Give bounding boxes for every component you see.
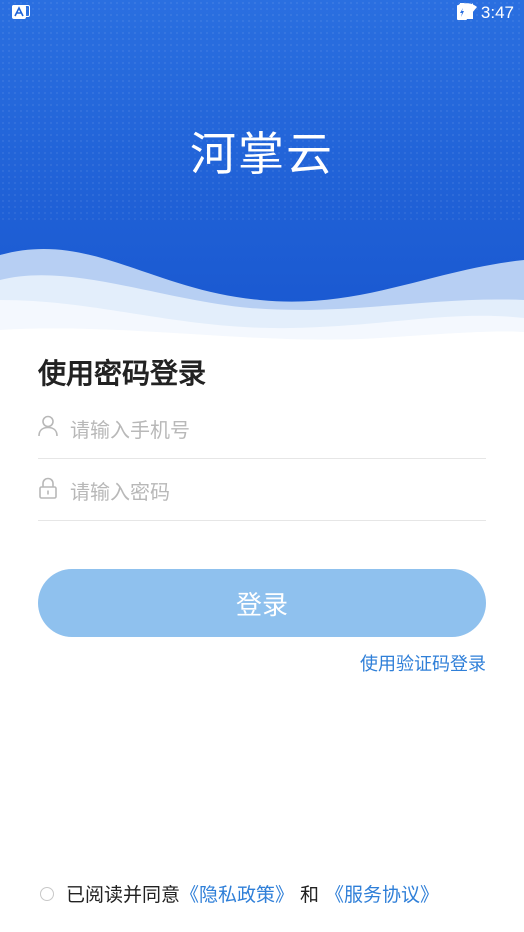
lock-icon <box>38 477 58 503</box>
header-banner: 3:47 河掌云 <box>0 0 524 350</box>
phone-input[interactable]: 请输入手机号 <box>70 414 190 443</box>
app-title: 河掌云 <box>190 127 334 181</box>
password-input[interactable]: 请输入密码 <box>70 476 170 505</box>
agreement-conjunction: 和 <box>300 884 320 906</box>
password-field[interactable]: 请输入密码 <box>38 460 486 521</box>
sms-login-link[interactable]: 使用验证码登录 <box>360 650 486 676</box>
agree-radio[interactable] <box>40 886 54 901</box>
agreement-prefix: 已阅读并同意 <box>66 884 181 906</box>
privacy-policy-link[interactable]: 《隐私政策》 <box>180 880 294 907</box>
login-button[interactable]: 登录 <box>38 569 486 637</box>
login-method-title: 使用密码登录 <box>38 357 207 390</box>
status-time: 3:47 <box>480 3 514 22</box>
user-icon <box>38 415 58 441</box>
phone-field[interactable]: 请输入手机号 <box>38 398 486 459</box>
agreement-row: 已阅读并同意 《隐私政策》 和 《服务协议》 <box>40 880 439 907</box>
status-bar: 3:47 <box>0 0 524 28</box>
service-agreement-link[interactable]: 《服务协议》 <box>325 880 439 907</box>
